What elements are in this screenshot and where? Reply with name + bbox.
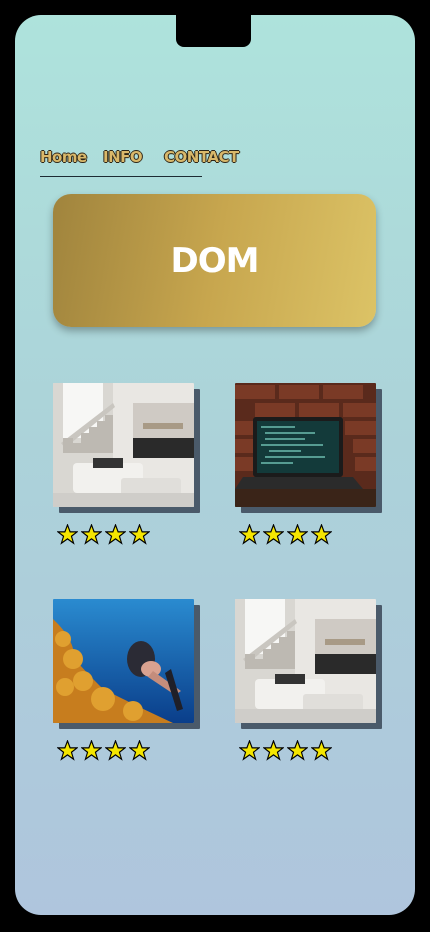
card-image-diver[interactable] bbox=[53, 599, 194, 723]
star-icon bbox=[105, 740, 126, 761]
rating-stars bbox=[239, 740, 332, 764]
card-image-laptop[interactable] bbox=[235, 383, 376, 507]
star-icon bbox=[287, 740, 308, 761]
card-image-living-room[interactable] bbox=[53, 383, 194, 507]
star-icon bbox=[287, 524, 308, 545]
star-icon bbox=[311, 740, 332, 761]
star-icon bbox=[263, 524, 284, 545]
card-image-living-room[interactable] bbox=[235, 599, 376, 723]
nav-contact-link[interactable]: CONTACT bbox=[164, 148, 239, 166]
top-nav: Home INFO CONTACT bbox=[40, 148, 239, 177]
star-icon bbox=[311, 524, 332, 545]
star-icon bbox=[57, 740, 78, 761]
hero-title: DOM bbox=[170, 240, 260, 281]
star-icon bbox=[239, 740, 260, 761]
star-icon bbox=[263, 740, 284, 761]
rating-stars bbox=[57, 524, 150, 548]
star-icon bbox=[57, 524, 78, 545]
hero-banner: DOM bbox=[53, 194, 376, 327]
star-icon bbox=[239, 524, 260, 545]
star-icon bbox=[105, 524, 126, 545]
star-icon bbox=[81, 740, 102, 761]
rating-stars bbox=[239, 524, 332, 548]
nav-info-link[interactable]: INFO bbox=[103, 148, 143, 166]
screen: Home INFO CONTACT DOM bbox=[15, 15, 415, 915]
star-icon bbox=[81, 524, 102, 545]
nav-home-link[interactable]: Home bbox=[40, 148, 87, 166]
star-icon bbox=[129, 524, 150, 545]
camera-notch bbox=[176, 15, 251, 47]
star-icon bbox=[129, 740, 150, 761]
phone-frame: Home INFO CONTACT DOM bbox=[0, 0, 430, 932]
rating-stars bbox=[57, 740, 150, 764]
